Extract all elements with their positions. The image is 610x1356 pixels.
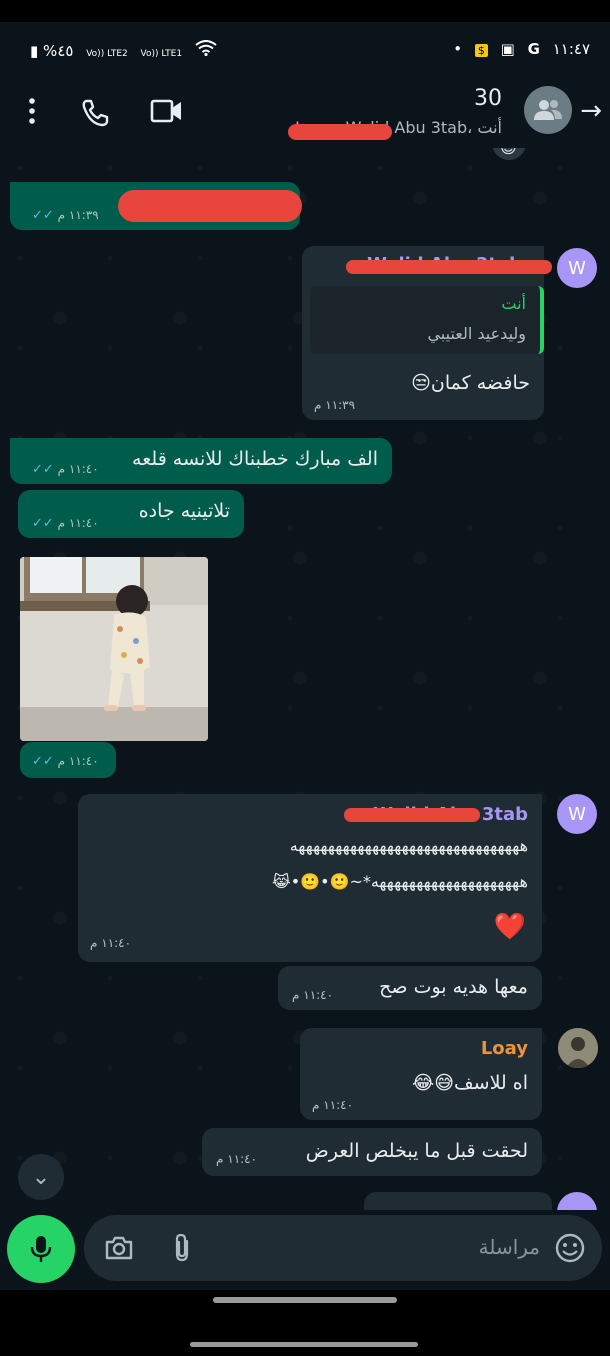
group-avatar[interactable] — [524, 86, 572, 134]
message-bubble-incoming[interactable]: Loay اه للاسف😅😂 ١١:٤٠ م — [300, 1028, 542, 1120]
message-time: ✓✓ ١١:٤٠ م — [32, 516, 99, 531]
image-message[interactable] — [20, 557, 208, 741]
clock-time: ١١:٤٧ — [552, 40, 590, 58]
group-icon — [534, 100, 562, 120]
signal-lte1: Vo)) LTE1 — [140, 49, 183, 59]
message-text: تلاتينيه جاده — [138, 500, 230, 522]
image-time-overlay: ✓✓ ١١:٤٠ م — [20, 742, 116, 778]
double-check-icon: ✓✓ — [32, 754, 58, 769]
message-list[interactable]: 😊 ✓✓ ١١:٣٩ م W Walid Abu 3tab أنت وليدعي… — [0, 148, 610, 1210]
message-time: ✓✓ ١١:٤٠ م — [32, 462, 99, 477]
status-left: ▮ %٤٥ Vo)) LTE2 Vo)) LTE1 — [30, 40, 217, 60]
redaction-mark — [344, 808, 480, 822]
message-time: ١١:٤٠ م — [292, 988, 334, 1002]
message-text: اه للاسف😅😂 — [412, 1072, 528, 1094]
message-bubble-outgoing[interactable]: الف مبارك خطبناك للانسه قلعه ✓✓ ١١:٤٠ م — [10, 438, 392, 484]
message-time: ✓✓ ١١:٤٠ م — [32, 754, 99, 769]
message-bubble-incoming[interactable]: معها هديه بوت صح ١١:٤٠ م — [278, 966, 542, 1010]
camera-icon[interactable] — [104, 1235, 134, 1265]
quote-author: أنت — [501, 294, 526, 313]
back-arrow-icon[interactable]: → — [580, 96, 602, 126]
message-time: ✓✓ ١١:٣٩ م — [32, 208, 99, 223]
sender-avatar[interactable]: W — [557, 248, 597, 288]
mic-icon — [30, 1236, 52, 1262]
message-text: معها هديه بوت صح — [379, 976, 528, 998]
status-right: • $ ▣ G ١١:٤٧ — [453, 40, 590, 58]
message-text: الف مبارك خطبناك للانسه قلعه — [132, 448, 378, 470]
chat-title[interactable]: 30 — [474, 86, 502, 111]
message-text-line1: هههههههههههههههههههههههههههههههه — [289, 836, 528, 855]
gesture-handle[interactable] — [213, 1297, 397, 1303]
sender-name[interactable]: Loay — [481, 1038, 528, 1059]
photo-child-at-window — [20, 557, 208, 741]
message-text: حافضه كمان😒 — [411, 372, 530, 394]
partial-message: 😊 — [492, 148, 526, 160]
voice-record-button[interactable] — [7, 1215, 75, 1283]
voice-call-icon[interactable] — [80, 98, 110, 132]
message-input[interactable]: مراسلة — [479, 1235, 540, 1259]
message-time: ١١:٤٠ م — [90, 936, 132, 950]
message-input-bar: مراسلة — [84, 1215, 602, 1281]
more-options-icon[interactable] — [24, 96, 40, 130]
heart-emoji: ❤️ — [493, 912, 526, 942]
message-time: ١١:٣٩ م — [314, 398, 356, 412]
sender-avatar-loay[interactable] — [558, 1028, 598, 1068]
message-text-line2: ههههههههههههههههههههه*~🙂•🙂•😹 — [272, 872, 528, 891]
sender-avatar — [557, 1192, 597, 1210]
google-icon: G — [527, 40, 540, 58]
message-bubble-incoming[interactable]: لحقت قبل ما يبخلص العرض ١١:٤٠ م — [202, 1128, 542, 1176]
avatar-photo — [558, 1028, 598, 1068]
gallery-icon: ▣ — [500, 40, 515, 58]
double-check-icon: ✓✓ — [32, 208, 58, 223]
top-bezel — [0, 0, 610, 22]
redaction-mark — [288, 124, 392, 140]
wifi-icon — [195, 40, 217, 60]
battery-percent: %٤٥ — [43, 42, 74, 60]
scroll-to-bottom-button[interactable]: ⌄ — [18, 1154, 64, 1200]
sender-avatar[interactable]: W — [557, 794, 597, 834]
partial-message — [364, 1192, 552, 1210]
double-check-icon: ✓✓ — [32, 462, 58, 477]
quote-text: وليدعيد العتيبي — [427, 324, 526, 343]
dot-icon: • — [453, 40, 463, 58]
signal-lte2: Vo)) LTE2 — [86, 49, 128, 59]
emoji-icon: 😊 — [500, 148, 517, 157]
double-check-icon: ✓✓ — [32, 516, 58, 531]
double-chevron-down-icon: ⌄ — [31, 1164, 51, 1190]
message-text: لحقت قبل ما يبخلص العرض — [305, 1140, 528, 1162]
redaction-mark — [118, 190, 302, 222]
attach-icon[interactable] — [172, 1233, 194, 1267]
message-bubble-outgoing[interactable]: تلاتينيه جاده ✓✓ ١١:٤٠ م — [18, 490, 244, 538]
emoji-picker-icon[interactable] — [554, 1232, 586, 1268]
video-call-icon[interactable] — [150, 98, 184, 128]
gesture-handle-secondary — [190, 1342, 418, 1347]
quoted-message[interactable]: أنت وليدعيد العتيبي — [310, 286, 544, 354]
battery-icon: ▮ — [30, 42, 39, 60]
message-time: ١١:٤٠ م — [312, 1098, 354, 1112]
app-notification-icon: $ — [474, 44, 488, 57]
message-time: ١١:٤٠ م — [216, 1152, 258, 1166]
redaction-mark — [346, 260, 552, 274]
